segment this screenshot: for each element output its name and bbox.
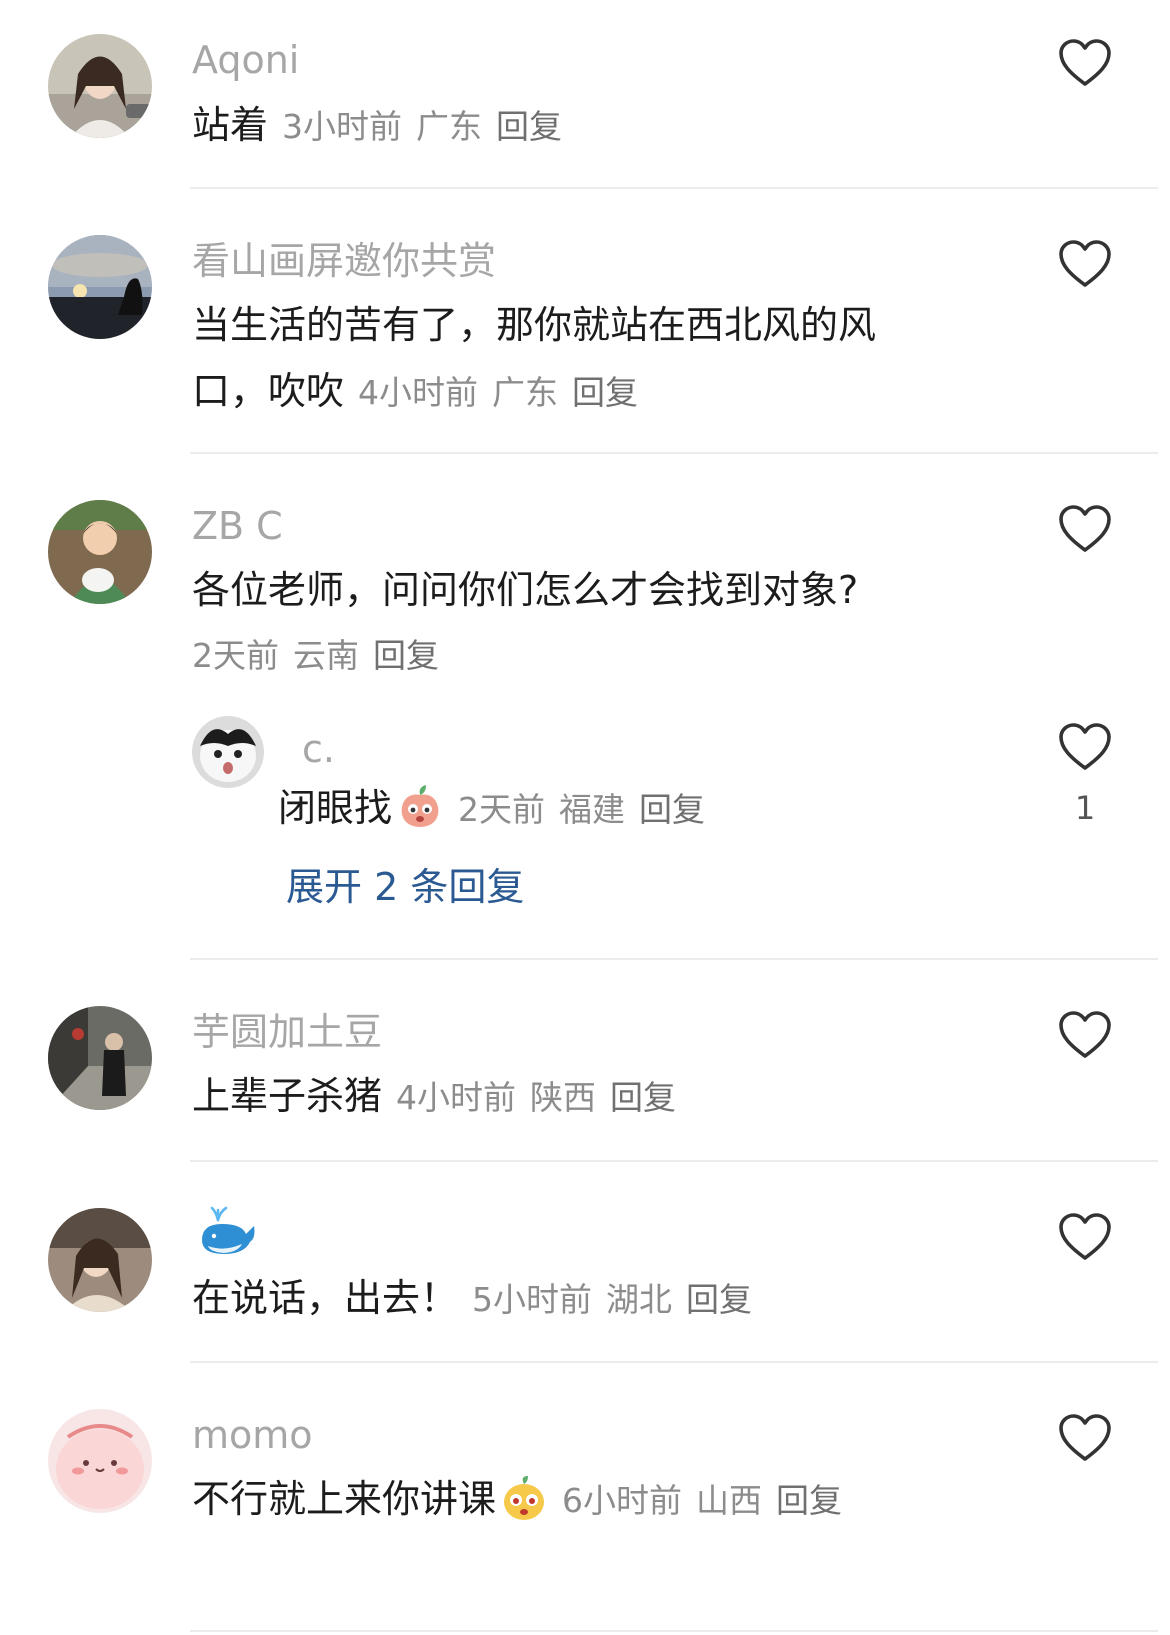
comment-meta: 6小时前 山西 回复: [562, 1481, 842, 1520]
like-heart-icon[interactable]: [1058, 239, 1112, 289]
divider: [190, 1160, 1158, 1162]
reply-button[interactable]: 回复: [572, 373, 638, 412]
username[interactable]: ZB C: [192, 507, 283, 545]
location: 山西: [696, 1481, 763, 1520]
username[interactable]: 看山画屏邀你共赏: [192, 242, 496, 280]
comment-text: 各位老师，问问你们怎么才会找到对象?: [192, 568, 859, 612]
location: 陕西: [530, 1078, 597, 1117]
reply-meta: 2天前 福建 回复: [458, 790, 705, 829]
reply-button[interactable]: 回复: [373, 636, 439, 675]
comment-meta: 2天前 云南 回复: [192, 639, 439, 672]
avatar[interactable]: [48, 1409, 152, 1513]
username[interactable]: Aqoni: [192, 41, 299, 79]
reply-button[interactable]: 回复: [496, 107, 562, 146]
location: 云南: [293, 636, 359, 675]
comment-text: 上辈子杀猪 4小时前 陕西 回复: [192, 1074, 677, 1118]
timestamp: 3小时前: [282, 107, 403, 146]
username[interactable]: momo: [192, 1416, 313, 1454]
whale-emoji-icon: [196, 1204, 258, 1256]
avatar[interactable]: [48, 500, 152, 604]
reply-avatar[interactable]: [192, 716, 264, 788]
username[interactable]: [196, 1204, 258, 1256]
divider: [190, 452, 1158, 454]
timestamp: 2天前: [458, 790, 546, 829]
timestamp: 4小时前: [396, 1078, 517, 1117]
comment-meta: 4小时前 广东 回复: [358, 373, 638, 412]
like-count: 1: [1074, 789, 1096, 827]
reply-text: 闭眼找 2天前 福建 回复: [278, 775, 978, 843]
like-heart-icon[interactable]: [1058, 38, 1112, 88]
like-heart-icon[interactable]: [1058, 504, 1112, 554]
reply-button[interactable]: 回复: [686, 1280, 752, 1319]
timestamp: 6小时前: [562, 1481, 683, 1520]
comment-meta: 4小时前 陕西 回复: [396, 1078, 676, 1117]
comment-meta: 3小时前 广东 回复: [282, 107, 562, 146]
comment-text: 当生活的苦有了，那你就站在西北风的风 口，吹吹 4小时前 广东 回复: [192, 303, 877, 413]
reply-username[interactable]: c.: [302, 730, 335, 768]
location: 湖北: [606, 1280, 673, 1319]
username[interactable]: 芋圆加土豆: [192, 1013, 382, 1051]
comment-text: 不行就上来你讲课 6小时前 山西 回复: [192, 1466, 972, 1534]
like-heart-icon[interactable]: [1058, 1413, 1112, 1463]
avatar[interactable]: [48, 34, 152, 138]
comment-text: 在说话，出去！ 5小时前 湖北 回复: [192, 1276, 753, 1320]
timestamp: 2天前: [192, 636, 279, 675]
reply-button[interactable]: 回复: [610, 1078, 676, 1117]
divider: [190, 1361, 1158, 1363]
location: 福建: [559, 790, 626, 829]
timestamp: 5小时前: [472, 1280, 593, 1319]
comment-meta: 5小时前 湖北 回复: [472, 1280, 752, 1319]
divider: [190, 1630, 1158, 1632]
comment-text: 站着 3小时前 广东 回复: [192, 103, 563, 147]
like-heart-icon[interactable]: [1058, 722, 1112, 772]
comment-list: Aqoni 站着 3小时前 广东 回复 看山画屏邀你共赏 当生活的苦有了，那你就站在西…: [0, 0, 1170, 1635]
timestamp: 4小时前: [358, 373, 479, 412]
avatar[interactable]: [48, 1006, 152, 1110]
expand-replies-button[interactable]: 展开 2 条回复: [286, 868, 524, 906]
avatar[interactable]: [48, 1208, 152, 1312]
avatar[interactable]: [48, 235, 152, 339]
divider: [190, 958, 1158, 960]
like-heart-icon[interactable]: [1058, 1212, 1112, 1262]
chick-emoji-icon: [500, 1474, 548, 1522]
reply-button[interactable]: 回复: [639, 790, 705, 829]
reply-button[interactable]: 回复: [776, 1481, 842, 1520]
location: 广东: [416, 107, 483, 146]
divider: [190, 187, 1158, 189]
peach-emoji-icon: [396, 783, 444, 831]
location: 广东: [492, 373, 559, 412]
like-heart-icon[interactable]: [1058, 1010, 1112, 1060]
